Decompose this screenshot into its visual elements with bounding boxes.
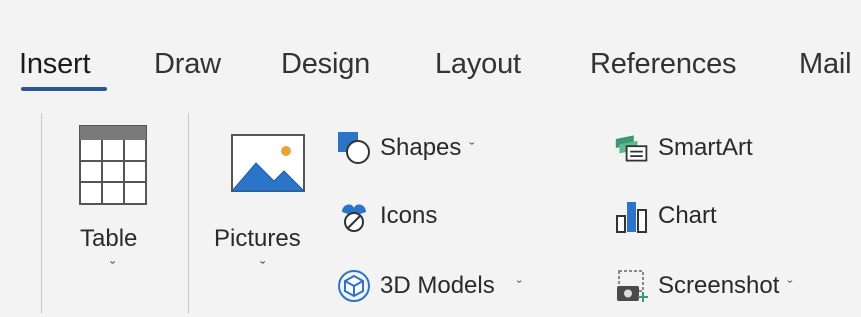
chevron-down-icon: ˇ: [260, 260, 266, 277]
screenshot-icon: [614, 268, 650, 304]
picture-icon: [230, 134, 306, 192]
smartart-icon: [614, 130, 650, 166]
tab-design[interactable]: Design: [281, 48, 370, 81]
shapes-label: Shapes: [380, 134, 462, 161]
bar-chart-icon: [614, 198, 650, 234]
table-label: Table: [80, 225, 138, 252]
chart-label: Chart: [658, 202, 717, 229]
chevron-down-icon: ˇ: [110, 260, 116, 277]
chart-button[interactable]: Chart: [614, 193, 717, 239]
ribbon-tab-bar: Insert Draw Design Layout References Mai…: [0, 0, 861, 103]
icons-icon: [336, 198, 372, 234]
shapes-button[interactable]: Shapes ˇ: [336, 125, 474, 171]
tab-mailings[interactable]: Mail: [799, 48, 852, 81]
shapes-icon: [336, 130, 372, 166]
active-tab-indicator: [21, 87, 107, 91]
chevron-down-icon[interactable]: ˇ: [517, 278, 522, 295]
pictures-label: Pictures: [214, 225, 301, 252]
pictures-button[interactable]: Pictures ˇ: [210, 117, 322, 307]
smartart-label: SmartArt: [658, 134, 753, 161]
group-separator: [188, 113, 189, 313]
group-separator: [41, 113, 42, 313]
3d-models-label: 3D Models: [380, 272, 495, 299]
table-button[interactable]: Table ˇ: [62, 117, 172, 307]
tab-references[interactable]: References: [590, 48, 737, 81]
smartart-button[interactable]: SmartArt: [614, 125, 753, 171]
icons-label: Icons: [380, 202, 438, 229]
ribbon-insert-panel: Table ˇ Pictures ˇ Shapes ˇ Icons 3D Mod…: [0, 103, 861, 317]
tab-insert[interactable]: Insert: [19, 48, 91, 81]
icons-button[interactable]: Icons: [336, 193, 437, 239]
cube-3d-icon: [336, 268, 372, 304]
3d-models-button[interactable]: 3D Models ˇ: [336, 263, 522, 309]
tab-layout[interactable]: Layout: [435, 48, 521, 81]
tab-draw[interactable]: Draw: [154, 48, 221, 81]
chevron-down-icon: ˇ: [787, 277, 793, 295]
screenshot-button[interactable]: Screenshot ˇ: [614, 263, 792, 309]
screenshot-label: Screenshot: [658, 272, 780, 299]
table-grid-icon: [79, 125, 147, 205]
chevron-down-icon: ˇ: [469, 139, 475, 157]
